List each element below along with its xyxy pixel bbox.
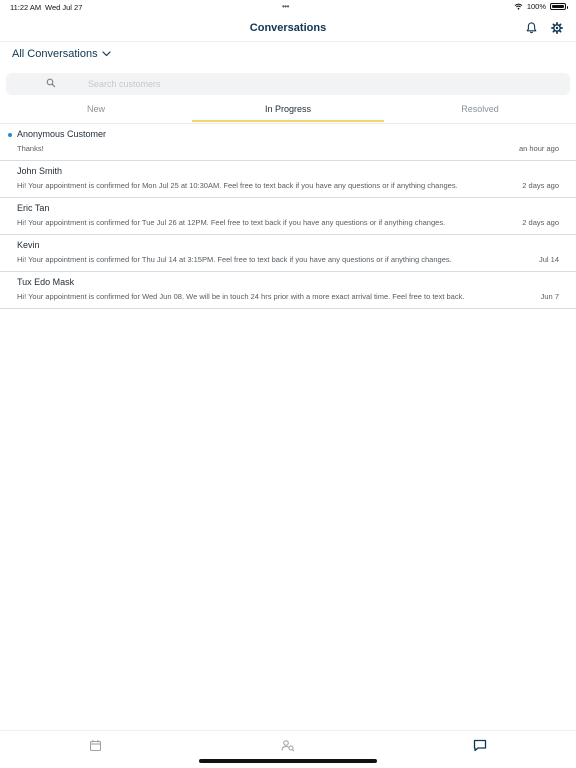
customer-name: Kevin [17, 240, 40, 250]
tab-in-progress[interactable]: In Progress [192, 98, 384, 123]
status-right: 100% [514, 2, 568, 11]
gear-icon [551, 22, 563, 34]
battery-percent: 100% [526, 2, 546, 11]
message-time: Jun 7 [540, 292, 559, 301]
conversation-row[interactable]: John Smith Hi! Your appointment is confi… [0, 161, 576, 198]
message-preview: Hi! Your appointment is confirmed for Mo… [17, 181, 458, 190]
conversation-row[interactable]: Eric Tan Hi! Your appointment is confirm… [0, 198, 576, 235]
multitasking-dots[interactable]: ••• [282, 2, 289, 11]
message-preview: Thanks! [17, 144, 44, 153]
status-tabs: New In Progress Resolved [0, 98, 576, 124]
customer-name: John Smith [17, 166, 63, 176]
settings-button[interactable] [550, 21, 564, 35]
unread-indicator [8, 133, 12, 137]
page-title: Conversations [249, 22, 327, 34]
conversation-list: Anonymous Customer Thanks! an hour ago J… [0, 124, 576, 309]
wifi-icon [514, 3, 523, 10]
chevron-down-icon [101, 51, 111, 57]
conversation-filter-dropdown[interactable]: All Conversations [12, 48, 111, 60]
nav-actions [524, 21, 564, 35]
tab-resolved[interactable]: Resolved [384, 98, 576, 123]
conversation-row[interactable]: Anonymous Customer Thanks! an hour ago [0, 124, 576, 161]
tab-calendar[interactable] [89, 739, 103, 753]
search-bar [6, 73, 570, 95]
message-time: 2 days ago [522, 181, 559, 190]
message-preview: Hi! Your appointment is confirmed for We… [17, 292, 465, 301]
customer-search-icon [281, 740, 295, 752]
message-preview: Hi! Your appointment is confirmed for Th… [17, 255, 452, 264]
tab-customers[interactable] [281, 739, 295, 753]
home-indicator[interactable] [199, 759, 377, 763]
nav-bar: Conversations [0, 14, 576, 42]
status-date: Wed Jul 27 [45, 3, 83, 12]
message-time: Jul 14 [538, 255, 559, 264]
notifications-button[interactable] [524, 21, 538, 35]
calendar-icon [90, 740, 101, 751]
conversation-row[interactable]: Kevin Hi! Your appointment is confirmed … [0, 235, 576, 272]
status-bar: 11:22 AM Wed Jul 27 ••• 100% [0, 0, 576, 14]
conversation-row[interactable]: Tux Edo Mask Hi! Your appointment is con… [0, 272, 576, 309]
message-preview: Hi! Your appointment is confirmed for Tu… [17, 218, 446, 227]
customer-name: Eric Tan [17, 203, 50, 213]
customer-name: Anonymous Customer [17, 129, 107, 139]
status-time: 11:22 AM [10, 3, 42, 12]
tab-messages[interactable] [473, 739, 487, 753]
bell-icon [526, 22, 536, 34]
message-time: 2 days ago [522, 218, 559, 227]
search-icon [46, 78, 56, 88]
message-time: an hour ago [518, 144, 559, 153]
search-input[interactable] [88, 77, 548, 91]
customer-name: Tux Edo Mask [17, 277, 75, 287]
chat-icon [473, 739, 487, 752]
tab-new[interactable]: New [0, 98, 192, 123]
battery-icon [550, 3, 568, 10]
filter-label: All Conversations [12, 48, 98, 60]
